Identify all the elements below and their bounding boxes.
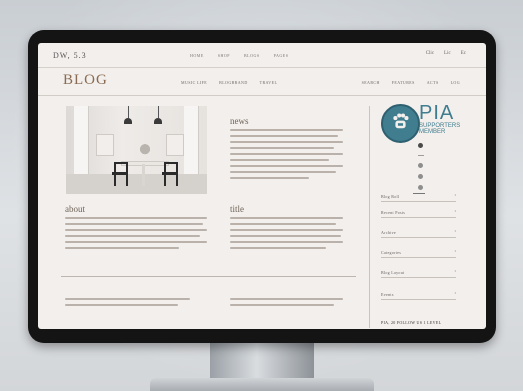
chevron-right-icon: › (454, 229, 456, 234)
top-nav-blogs[interactable]: BLOGS (244, 53, 260, 58)
sidebar-row[interactable]: Blog Layout › (381, 269, 456, 278)
top-right-links: Clic Lic Ec (426, 51, 466, 56)
main-nav: MUSIC LIFE BLOGBRAND TRAVEL (181, 80, 277, 85)
secondary-nav-item[interactable]: ACTS (427, 80, 439, 85)
blog-logo[interactable]: BLOG (63, 72, 108, 89)
top-bar: DW, 5.3 HOME SHOP BLOGS PAGES Clic Lic E… (38, 43, 486, 68)
sidebar-divider (369, 106, 370, 328)
chevron-right-icon: › (454, 269, 456, 274)
pia-title: PIA (419, 102, 455, 124)
top-nav-pages[interactable]: PAGES (274, 53, 289, 58)
top-right-link-2[interactable]: Lic (444, 51, 451, 56)
sidebar-footer: PIA, 20 FOLLOW US 1 LEVEL (381, 320, 442, 325)
sidebar-row[interactable]: Events › (381, 291, 456, 300)
pendant-lamp (158, 106, 159, 118)
dining-table (121, 161, 169, 166)
top-nav: HOME SHOP BLOGS PAGES (190, 53, 288, 58)
vase (139, 142, 151, 160)
site-header: BLOG MUSIC LIFE BLOGBRAND TRAVEL SEARCH … (38, 67, 486, 96)
sidebar-row-label: Categories (381, 250, 402, 255)
main-nav-item[interactable]: BLOGBRAND (219, 80, 248, 85)
wall-frame (166, 134, 184, 156)
carousel-dot[interactable] (418, 174, 423, 179)
sidebar-tick (418, 155, 424, 156)
sidebar-row[interactable]: Archive › (381, 229, 456, 238)
title-heading[interactable]: title (230, 204, 244, 214)
chevron-right-icon: › (454, 291, 456, 296)
pia-logo[interactable] (381, 104, 420, 143)
news-text (230, 129, 343, 183)
excerpt-right (230, 298, 343, 310)
monitor-stand-base (150, 378, 374, 391)
about-text (65, 217, 207, 253)
about-heading[interactable]: about (65, 204, 85, 214)
top-nav-home[interactable]: HOME (190, 53, 204, 58)
top-brand[interactable]: DW, 5.3 (53, 51, 87, 60)
chevron-right-icon: › (454, 249, 456, 254)
secondary-nav: SEARCH FEATURES ACTS LOG (362, 80, 460, 85)
chevron-right-icon: › (454, 193, 456, 198)
sidebar-row-label: Blog Layout (381, 270, 405, 275)
content-divider (61, 276, 356, 277)
dining-chair-seat (112, 172, 126, 175)
secondary-nav-item[interactable]: LOG (451, 80, 460, 85)
main-nav-item[interactable]: MUSIC LIFE (181, 80, 207, 85)
paw-icon (393, 113, 409, 129)
carousel-dot[interactable] (418, 143, 423, 148)
main-nav-item[interactable]: TRAVEL (260, 80, 278, 85)
dining-table-leg (142, 164, 145, 186)
dining-chair-seat (162, 172, 176, 175)
secondary-nav-item[interactable]: FEATURES (392, 80, 415, 85)
pia-subtitle: SUPPORTERS MEMBER (419, 123, 460, 135)
news-heading[interactable]: news (230, 116, 249, 126)
carousel-dot[interactable] (418, 163, 423, 168)
monitor-screen: DW, 5.3 HOME SHOP BLOGS PAGES Clic Lic E… (38, 43, 486, 329)
sidebar-row[interactable]: Recent Posts › (381, 209, 456, 218)
sidebar-row-label: Recent Posts (381, 210, 406, 215)
wall-frame (96, 134, 114, 156)
top-right-link-3[interactable]: Ec (461, 51, 466, 56)
sidebar-row-label: Events (381, 292, 394, 297)
sidebar-row[interactable]: Blog Roll › (381, 193, 456, 202)
pendant-lamp-shade (124, 118, 132, 124)
sidebar-row[interactable]: Categories › (381, 249, 456, 258)
top-right-link-1[interactable]: Clic (426, 51, 434, 56)
floor (66, 174, 207, 194)
secondary-nav-item[interactable]: SEARCH (362, 80, 380, 85)
pendant-lamp (128, 106, 129, 118)
excerpt-left (65, 298, 190, 310)
sidebar-row-label: Blog Roll (381, 194, 400, 199)
chevron-right-icon: › (454, 209, 456, 214)
top-nav-shop[interactable]: SHOP (218, 53, 230, 58)
pia-subtitle-line: MEMBER (419, 129, 446, 135)
title-text (230, 217, 343, 253)
carousel-dot[interactable] (418, 185, 423, 190)
pendant-lamp-shade (154, 118, 162, 124)
hero-image[interactable] (66, 106, 207, 194)
sidebar-row-label: Archive (381, 230, 396, 235)
